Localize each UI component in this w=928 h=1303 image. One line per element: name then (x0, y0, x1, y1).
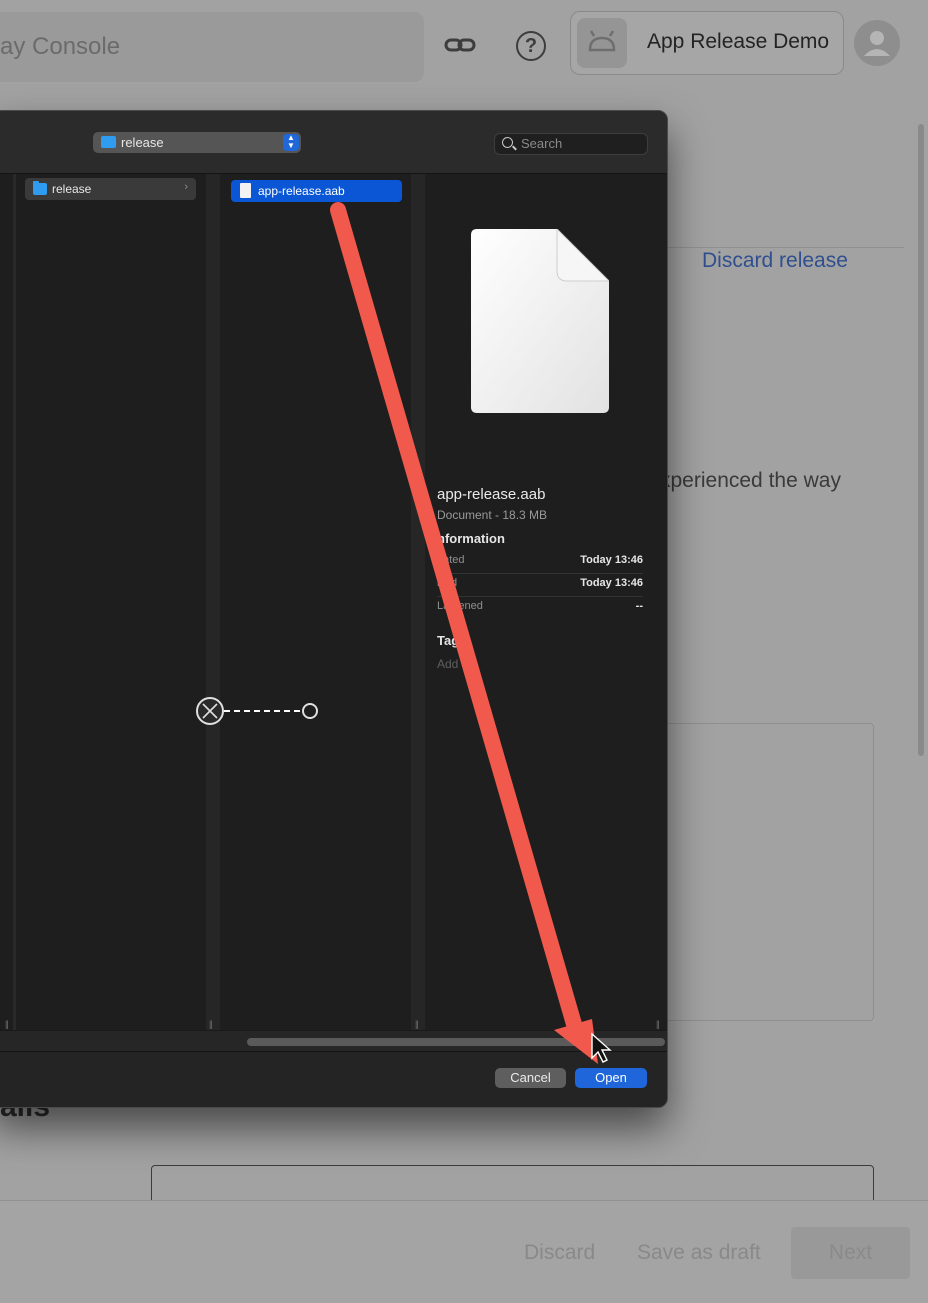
horizontal-scrollbar[interactable] (0, 1030, 667, 1051)
column-1: release › (16, 174, 206, 1030)
column-0 (0, 174, 13, 1030)
list-item-release-folder[interactable]: release › (25, 178, 196, 200)
search-placeholder: Search (521, 136, 563, 151)
android-icon (577, 18, 627, 68)
save-draft-button[interactable]: Save as draft (637, 1241, 761, 1265)
search-icon (502, 137, 513, 148)
page-scrollbar[interactable] (918, 124, 924, 756)
cancel-button[interactable]: Cancel (495, 1068, 566, 1088)
help-icon[interactable]: ? (516, 31, 546, 61)
link-icon[interactable] (443, 28, 477, 62)
column-resize-handle[interactable]: || (656, 1019, 660, 1029)
dialog-toolbar: release ▲ ▼ Search (0, 111, 667, 174)
next-button[interactable]: Next (791, 1227, 910, 1279)
discard-button[interactable]: Discard (524, 1241, 595, 1265)
info-row-last-opened: La pened -- (437, 596, 643, 619)
location-popup[interactable]: release ▲ ▼ (93, 132, 301, 153)
app-name: App Release Demo (647, 30, 830, 53)
file-open-dialog: release ▲ ▼ Search release › app-release.… (0, 110, 668, 1108)
folder-icon (101, 136, 116, 148)
top-bar: ay Console ? App Release Demo (0, 0, 928, 96)
column-resize-handle[interactable]: || (5, 1019, 9, 1029)
dialog-footer: Cancel Open (0, 1051, 667, 1107)
info-key: eated (437, 554, 465, 566)
list-item-label: app-release.aab (258, 184, 345, 198)
preview-file-name: app-release.aab (437, 486, 546, 503)
open-button[interactable]: Open (575, 1068, 647, 1088)
column-2: app-release.aab (220, 174, 411, 1030)
info-value: -- (635, 600, 643, 612)
column-resize-handle[interactable]: || (415, 1019, 419, 1029)
dialog-search-input[interactable]: Search (494, 133, 648, 155)
list-item-selected-file[interactable]: app-release.aab (231, 180, 402, 202)
chevron-updown-icon: ▲ ▼ (283, 134, 299, 151)
console-title: ay Console (0, 33, 121, 60)
document-preview-icon (471, 227, 611, 413)
upload-drop-area[interactable] (660, 723, 874, 1021)
location-label: release (121, 135, 164, 150)
preview-file-kind: Document - 18.3 MB (437, 508, 548, 522)
add-tags-field[interactable]: Add s... (437, 657, 478, 671)
info-row-modified: ified Today 13:46 (437, 573, 643, 597)
info-row-created: eated Today 13:46 (437, 550, 643, 574)
info-key: La pened (437, 600, 483, 612)
scrollbar-thumb[interactable] (247, 1038, 665, 1046)
list-item-label: release (52, 182, 92, 196)
app-selector[interactable]: App Release Demo (570, 11, 844, 75)
column-resize-handle[interactable]: || (209, 1019, 213, 1029)
document-icon (240, 183, 251, 198)
info-value: Today 13:46 (580, 554, 643, 566)
column-divider[interactable] (411, 174, 425, 1030)
column-divider[interactable] (206, 174, 220, 1030)
avatar[interactable] (854, 20, 900, 66)
discard-release-link[interactable]: Discard release (702, 249, 848, 273)
description-text: xperienced the way (660, 469, 841, 492)
chevron-right-icon: › (184, 181, 188, 193)
folder-icon (33, 181, 47, 195)
information-heading: nformation (437, 531, 505, 546)
bottom-action-bar (0, 1200, 928, 1303)
info-key: ified (437, 577, 458, 589)
tags-heading: Tag (437, 633, 460, 648)
info-value: Today 13:46 (580, 577, 643, 589)
section-divider (668, 247, 904, 248)
